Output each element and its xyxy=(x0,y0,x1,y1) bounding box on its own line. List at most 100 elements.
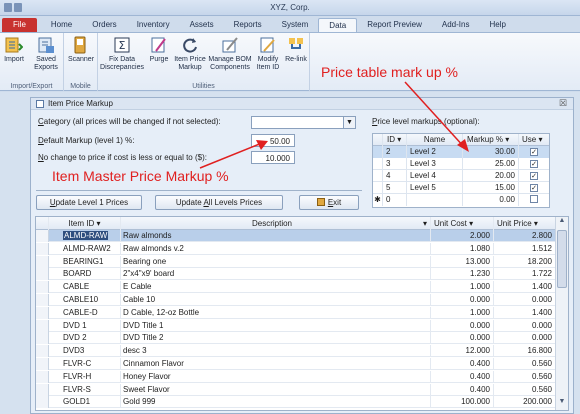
description-cell[interactable]: Sweet Flavor xyxy=(121,383,431,396)
row-selector[interactable] xyxy=(36,268,49,281)
unit-price-cell[interactable]: 18.200 xyxy=(494,255,556,268)
description-cell[interactable]: Cinnamon Flavor xyxy=(121,358,431,370)
table-row[interactable]: FLVR-H Honey Flavor 0.400 0.560 xyxy=(36,370,556,383)
item-id-cell[interactable]: DVD 1 xyxy=(49,319,121,332)
table-row[interactable]: BEARING1 Bearing one 13.000 18.200 xyxy=(36,255,556,268)
description-cell[interactable]: DVD Title 1 xyxy=(121,319,431,332)
row-selector[interactable] xyxy=(36,230,49,242)
description-cell[interactable]: DVD Title 2 xyxy=(121,332,431,345)
column-header-description[interactable]: Description ▾ xyxy=(121,217,431,230)
item-id-cell[interactable]: FLVR-H xyxy=(49,370,121,383)
row-selector[interactable] xyxy=(36,370,49,383)
purge-button[interactable]: Purge xyxy=(146,36,172,64)
unit-price-cell[interactable]: 0.560 xyxy=(494,383,556,396)
use-checkbox[interactable]: ✓ xyxy=(530,160,538,168)
item-id-cell[interactable]: CABLE xyxy=(49,281,121,294)
table-row[interactable]: DVD 2 DVD Title 2 0.000 0.000 xyxy=(36,332,556,345)
unit-cost-cell[interactable]: 0.000 xyxy=(431,332,494,345)
row-selector[interactable] xyxy=(36,345,49,358)
unit-price-cell[interactable]: 0.000 xyxy=(494,294,556,306)
item-id-cell[interactable]: FLVR-S xyxy=(49,383,121,396)
table-row[interactable]: FLVR-S Sweet Flavor 0.400 0.560 xyxy=(36,383,556,396)
unit-cost-cell[interactable]: 0.000 xyxy=(431,294,494,306)
scroll-down-icon[interactable]: ▼ xyxy=(556,398,568,410)
table-row[interactable]: 3 Level 3 25.00 ✓ xyxy=(373,158,549,170)
scanner-button[interactable]: Scanner xyxy=(66,36,96,64)
table-row[interactable]: DVD3 desc 3 12.000 16.800 xyxy=(36,345,556,358)
use-checkbox[interactable] xyxy=(530,195,538,203)
unit-price-cell[interactable]: 1.400 xyxy=(494,306,556,319)
exit-button[interactable]: Exit xyxy=(299,195,359,210)
row-selector[interactable] xyxy=(36,255,49,268)
item-id-cell[interactable]: ALMD-RAW xyxy=(49,230,121,242)
item-id-cell[interactable]: DVD 2 xyxy=(49,332,121,345)
use-checkbox[interactable]: ✓ xyxy=(530,172,538,180)
selected-item-id[interactable]: ALMD-RAW xyxy=(63,231,109,240)
unit-cost-cell[interactable]: 0.000 xyxy=(431,319,494,332)
description-cell[interactable]: desc 3 xyxy=(121,345,431,358)
description-cell[interactable]: Bearing one xyxy=(121,255,431,268)
description-cell[interactable]: 2"x4"x9' board xyxy=(121,268,431,281)
tab-home[interactable]: Home xyxy=(41,18,82,33)
column-header-item-id[interactable]: Item ID ▾ xyxy=(49,217,121,230)
unit-price-cell[interactable]: 200.000 xyxy=(494,396,556,409)
unit-price-cell[interactable]: 1.400 xyxy=(494,281,556,294)
relink-button[interactable]: Re-link xyxy=(283,36,309,64)
unit-price-cell[interactable]: 0.560 xyxy=(494,370,556,383)
table-row[interactable]: FLVR-C Cinnamon Flavor 0.400 0.560 xyxy=(36,358,556,370)
row-selector[interactable] xyxy=(36,319,49,332)
row-selector[interactable] xyxy=(36,242,49,255)
tab-add-ins[interactable]: Add-Ins xyxy=(432,18,480,33)
tab-inventory[interactable]: Inventory xyxy=(127,18,180,33)
unit-price-cell[interactable]: 0.560 xyxy=(494,358,556,370)
unit-cost-cell[interactable]: 2.000 xyxy=(431,230,494,242)
tab-file[interactable]: File xyxy=(2,18,37,33)
unit-cost-cell[interactable]: 1.000 xyxy=(431,306,494,319)
scroll-up-icon[interactable]: ▲ xyxy=(556,217,568,229)
unit-cost-cell[interactable]: 13.000 xyxy=(431,255,494,268)
item-id-cell[interactable]: DVD3 xyxy=(49,345,121,358)
item-price-markup-button[interactable]: Item Price Markup xyxy=(173,36,207,72)
unit-cost-cell[interactable]: 0.400 xyxy=(431,370,494,383)
description-cell[interactable]: Cable 10 xyxy=(121,294,431,306)
close-icon[interactable]: ☒ xyxy=(559,98,567,109)
unit-price-cell[interactable]: 16.800 xyxy=(494,345,556,358)
unit-cost-cell[interactable]: 12.000 xyxy=(431,345,494,358)
row-selector[interactable] xyxy=(36,281,49,294)
table-row[interactable]: GOLD1 Gold 999 100.000 200.000 xyxy=(36,396,556,409)
table-row[interactable]: 2 Level 2 30.00 ✓ xyxy=(373,146,549,158)
description-cell[interactable]: D Cable, 12-oz Bottle xyxy=(121,306,431,319)
description-cell[interactable]: Raw almonds v.2 xyxy=(121,242,431,255)
modify-item-id-button[interactable]: Modify Item ID xyxy=(253,36,283,72)
tab-assets[interactable]: Assets xyxy=(180,18,224,33)
row-selector[interactable] xyxy=(36,358,49,370)
import-button[interactable]: Import xyxy=(3,36,25,64)
tab-system[interactable]: System xyxy=(272,18,319,33)
unit-price-cell[interactable]: 1.512 xyxy=(494,242,556,255)
item-id-cell[interactable]: CABLE-D xyxy=(49,306,121,319)
item-id-cell[interactable]: CABLE10 xyxy=(49,294,121,306)
row-selector[interactable] xyxy=(36,332,49,345)
update-level1-button[interactable]: Update Level 1 Prices xyxy=(36,195,142,210)
table-row[interactable]: ALMD-RAW2 Raw almonds v.2 1.080 1.512 xyxy=(36,242,556,255)
row-selector[interactable] xyxy=(36,383,49,396)
unit-cost-cell[interactable]: 1.080 xyxy=(431,242,494,255)
item-id-cell[interactable]: FLVR-C xyxy=(49,358,121,370)
description-cell[interactable]: Gold 999 xyxy=(121,396,431,409)
fix-data-button[interactable]: Σ Fix Data Discrepancies xyxy=(100,36,144,72)
scroll-thumb[interactable] xyxy=(557,230,567,288)
tab-orders[interactable]: Orders xyxy=(82,18,126,33)
tab-data[interactable]: Data xyxy=(318,18,358,33)
description-cell[interactable]: Raw almonds xyxy=(121,230,431,242)
item-id-cell[interactable]: BEARING1 xyxy=(49,255,121,268)
row-selector[interactable] xyxy=(36,294,49,306)
default-markup-input[interactable]: 50.00 xyxy=(251,134,295,147)
saved-exports-button[interactable]: Saved Exports xyxy=(30,36,62,72)
vertical-scrollbar[interactable]: ▲ ▼ xyxy=(555,217,568,410)
new-row[interactable]: ✱ 0 0.00 xyxy=(373,194,549,206)
unit-price-cell[interactable]: 0.000 xyxy=(494,332,556,345)
update-all-levels-button[interactable]: Update All Levels Prices xyxy=(155,195,283,210)
table-row[interactable]: BOARD 2"x4"x9' board 1.230 1.722 xyxy=(36,268,556,281)
tab-help[interactable]: Help xyxy=(479,18,515,33)
no-change-input[interactable]: 10.000 xyxy=(251,151,295,164)
